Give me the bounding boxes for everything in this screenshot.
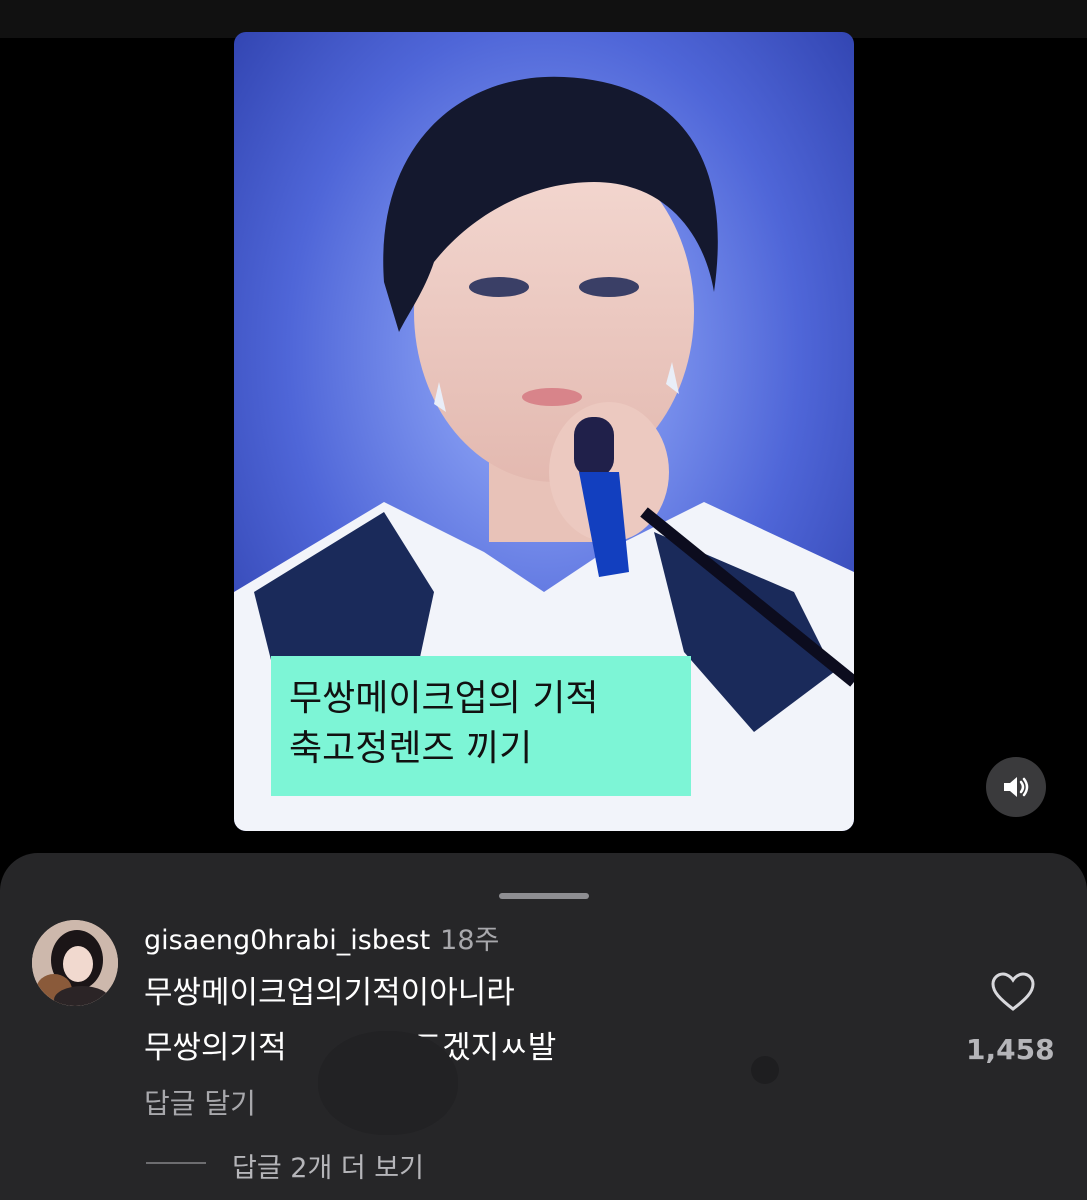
- comment-username[interactable]: gisaeng0hrabi_isbest: [144, 925, 430, 956]
- comments-sheet[interactable]: gisaeng0hrabi_isbest 18주 무쌍메이크업의기적이아니라 무쌍…: [0, 853, 1087, 1200]
- redaction-smudge: [318, 1031, 458, 1135]
- heart-icon[interactable]: [990, 971, 1036, 1013]
- caption-line-2: 축고정렌즈 끼기: [289, 728, 533, 769]
- comment-timestamp: 18주: [440, 925, 500, 956]
- caption-line-1: 무쌍메이크업의 기적: [289, 678, 599, 719]
- more-replies-divider: [146, 1162, 206, 1164]
- video-caption: 무쌍메이크업의 기적 축고정렌즈 끼기: [271, 656, 691, 796]
- avatar-image: [32, 920, 118, 1006]
- avatar[interactable]: [32, 920, 118, 1006]
- like-count: 1,458: [966, 1033, 1055, 1066]
- comment-header: gisaeng0hrabi_isbest 18주: [144, 918, 499, 957]
- sheet-drag-handle[interactable]: [499, 893, 589, 899]
- comment-line-1: 무쌍메이크업의기적이아니라: [144, 975, 515, 1011]
- mute-toggle-button[interactable]: [986, 757, 1046, 817]
- reply-button[interactable]: 답글 달기: [144, 1082, 256, 1122]
- view-more-replies-button[interactable]: 답글 2개 더 보기: [232, 1146, 424, 1185]
- decorative-dot: [751, 1056, 779, 1084]
- speaker-volume-icon: [1004, 777, 1029, 797]
